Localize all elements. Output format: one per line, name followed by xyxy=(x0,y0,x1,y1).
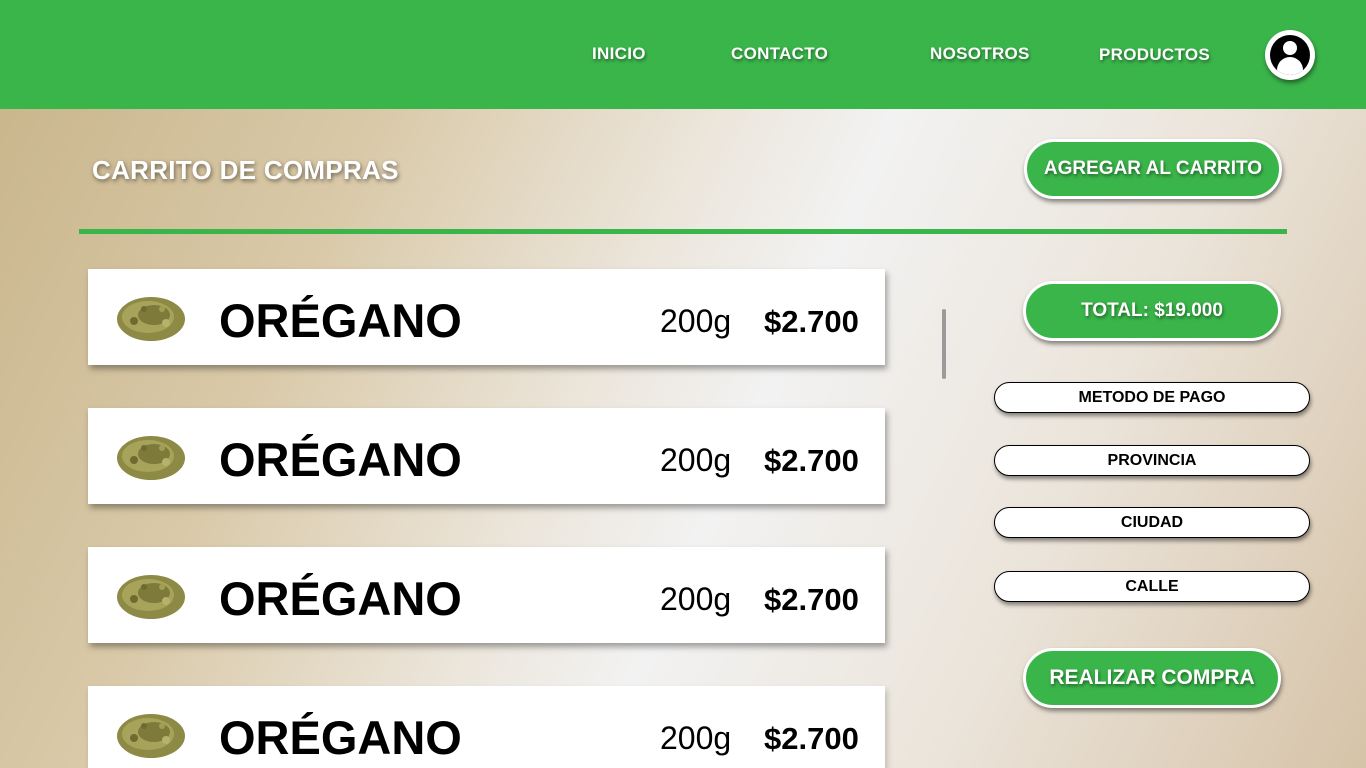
total-display: TOTAL: $19.000 xyxy=(1023,281,1281,341)
product-weight: 200g xyxy=(660,581,732,617)
nav-link-inicio[interactable]: INICIO xyxy=(592,44,646,64)
nav-link-productos[interactable]: PRODUCTOS xyxy=(1099,45,1210,65)
divider xyxy=(79,229,1287,234)
oregano-image xyxy=(117,297,185,341)
payment-method-field[interactable]: METODO DE PAGO xyxy=(994,382,1310,413)
product-price: $2.700 xyxy=(764,443,859,478)
oregano-image xyxy=(117,714,185,758)
cart-item: ORÉGANO 200g $2.700 xyxy=(88,408,885,504)
top-navbar: INICIO CONTACTO NOSOTROS PRODUCTOS xyxy=(0,0,1366,109)
product-price: $2.700 xyxy=(764,304,859,339)
nav-link-contacto[interactable]: CONTACTO xyxy=(731,44,828,64)
province-field[interactable]: PROVINCIA xyxy=(994,445,1310,476)
user-circle-icon xyxy=(1270,35,1310,75)
user-account-button[interactable] xyxy=(1265,30,1315,80)
product-name: ORÉGANO xyxy=(219,711,462,764)
oregano-image xyxy=(117,436,185,480)
page-title: CARRITO DE COMPRAS xyxy=(92,155,399,185)
product-name: ORÉGANO xyxy=(219,294,462,347)
product-price: $2.700 xyxy=(764,582,859,617)
street-field[interactable]: CALLE xyxy=(994,571,1310,602)
oregano-image xyxy=(117,575,185,619)
product-weight: 200g xyxy=(660,303,732,339)
cart-item: ORÉGANO 200g $2.700 xyxy=(88,686,885,768)
cart-item: ORÉGANO 200g $2.700 xyxy=(88,547,885,643)
purchase-button[interactable]: REALIZAR COMPRA xyxy=(1023,648,1281,708)
product-name: ORÉGANO xyxy=(219,572,462,625)
cart-scrollbar[interactable] xyxy=(942,309,946,379)
cart-item: ORÉGANO 200g $2.700 xyxy=(88,269,885,365)
product-weight: 200g xyxy=(660,442,732,478)
product-price: $2.700 xyxy=(764,721,859,756)
city-field[interactable]: CIUDAD xyxy=(994,507,1310,538)
product-name: ORÉGANO xyxy=(219,433,462,486)
product-weight: 200g xyxy=(660,720,732,756)
nav-link-nosotros[interactable]: NOSOTROS xyxy=(930,44,1030,64)
add-to-cart-button[interactable]: AGREGAR AL CARRITO xyxy=(1024,139,1282,199)
